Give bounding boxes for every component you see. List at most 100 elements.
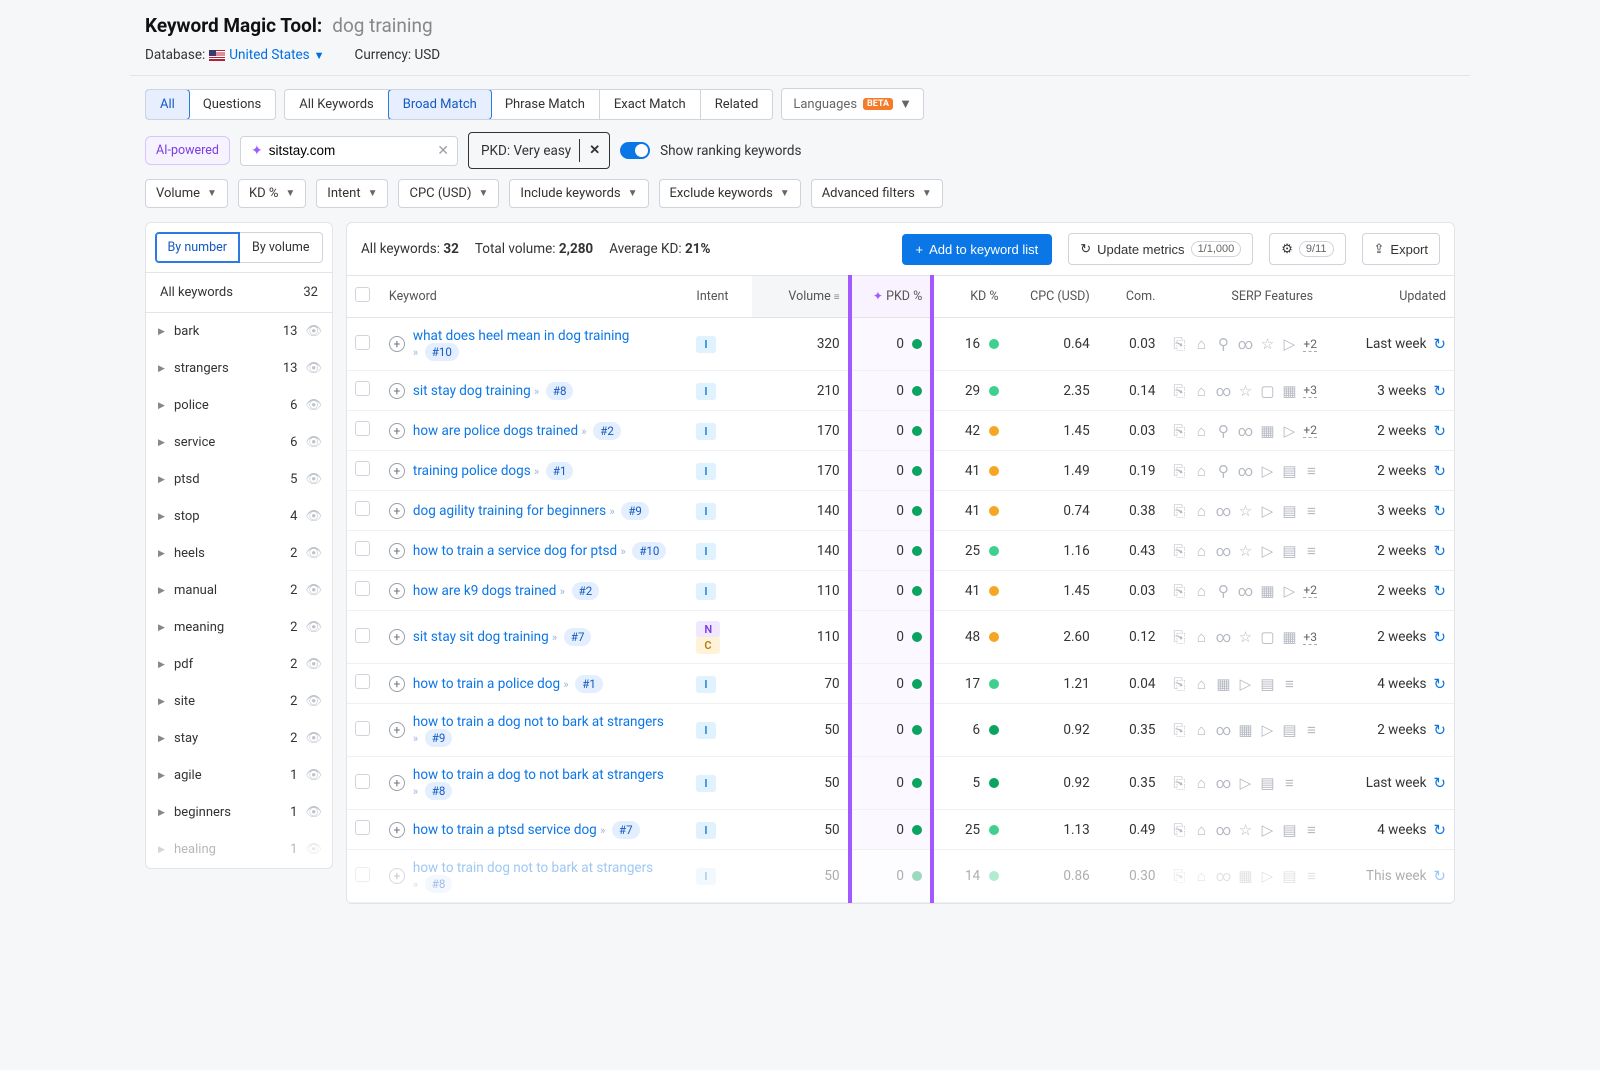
eye-icon[interactable]: 👁 xyxy=(305,768,322,783)
tab-all[interactable]: All xyxy=(145,89,190,120)
serp-open-icon[interactable]: ⎘ xyxy=(1171,721,1187,739)
refresh-row-icon[interactable]: ↻ xyxy=(1433,721,1446,739)
col-keyword[interactable]: Keyword xyxy=(381,276,689,318)
sidebar-group-item[interactable]: ▶ manual 2 👁 xyxy=(146,572,332,609)
expand-icon[interactable]: » xyxy=(534,465,539,478)
refresh-row-icon[interactable]: ↻ xyxy=(1433,502,1446,520)
keyword-link[interactable]: how to train a police dog xyxy=(413,676,560,692)
serp-open-icon[interactable]: ⎘ xyxy=(1171,422,1187,440)
sidebar-group-item[interactable]: ▶ strangers 13 👁 xyxy=(146,350,332,387)
serp-open-icon[interactable]: ⎘ xyxy=(1171,774,1187,792)
domain-input[interactable] xyxy=(269,143,419,158)
refresh-row-icon[interactable]: ↻ xyxy=(1433,542,1446,560)
serp-more[interactable]: +3 xyxy=(1303,630,1317,645)
refresh-row-icon[interactable]: ↻ xyxy=(1433,382,1446,400)
tab-all-keywords[interactable]: All Keywords xyxy=(285,90,389,119)
eye-icon[interactable]: 👁 xyxy=(305,657,322,672)
eye-icon[interactable]: 👁 xyxy=(305,583,322,598)
expand-icon[interactable]: » xyxy=(413,785,418,798)
serp-open-icon[interactable]: ⎘ xyxy=(1171,867,1187,885)
expand-icon[interactable]: » xyxy=(609,505,614,518)
add-keyword-icon[interactable]: + xyxy=(389,822,405,838)
tab-phrase-match[interactable]: Phrase Match xyxy=(491,90,600,119)
tab-questions[interactable]: Questions xyxy=(189,90,275,119)
row-checkbox[interactable] xyxy=(355,501,370,516)
serp-open-icon[interactable]: ⎘ xyxy=(1171,628,1187,646)
serp-open-icon[interactable]: ⎘ xyxy=(1171,382,1187,400)
filter-exclude[interactable]: Exclude keywords▼ xyxy=(659,179,801,208)
add-to-keyword-list-button[interactable]: +Add to keyword list xyxy=(902,234,1053,265)
serp-more[interactable]: +3 xyxy=(1303,383,1317,398)
sidebar-group-item[interactable]: ▶ heels 2 👁 xyxy=(146,535,332,572)
tab-exact-match[interactable]: Exact Match xyxy=(600,90,701,119)
keyword-link[interactable]: how are k9 dogs trained xyxy=(413,583,557,599)
row-checkbox[interactable] xyxy=(355,421,370,436)
row-checkbox[interactable] xyxy=(355,335,370,350)
row-checkbox[interactable] xyxy=(355,628,370,643)
col-pkd[interactable]: ✦ PKD % xyxy=(850,276,933,318)
row-checkbox[interactable] xyxy=(355,867,370,882)
sidebar-group-item[interactable]: ▶ beginners 1 👁 xyxy=(146,794,332,831)
keyword-link[interactable]: how to train dog not to bark at stranger… xyxy=(413,860,653,876)
col-intent[interactable]: Intent xyxy=(688,276,752,318)
refresh-row-icon[interactable]: ↻ xyxy=(1433,774,1446,792)
serp-more[interactable]: +2 xyxy=(1303,583,1317,598)
expand-icon[interactable]: » xyxy=(560,585,565,598)
sidebar-group-item[interactable]: ▶ healing 1 👁 xyxy=(146,831,332,868)
row-checkbox[interactable] xyxy=(355,381,370,396)
col-kd[interactable]: KD % xyxy=(932,276,1006,318)
col-serp[interactable]: SERP Features xyxy=(1163,276,1337,318)
add-keyword-icon[interactable]: + xyxy=(389,629,405,645)
expand-icon[interactable]: » xyxy=(534,385,539,398)
all-keywords-group[interactable]: All keywords 32 xyxy=(146,273,332,313)
filter-intent[interactable]: Intent▼ xyxy=(316,179,388,208)
eye-icon[interactable]: 👁 xyxy=(305,694,322,709)
row-checkbox[interactable] xyxy=(355,774,370,789)
sidebar-group-item[interactable]: ▶ service 6 👁 xyxy=(146,424,332,461)
keyword-link[interactable]: what does heel mean in dog training xyxy=(413,328,629,344)
sort-by-number[interactable]: By number xyxy=(155,232,240,263)
eye-icon[interactable]: 👁 xyxy=(305,842,322,857)
domain-input-box[interactable]: ✦ ✕ xyxy=(240,136,458,166)
row-checkbox[interactable] xyxy=(355,541,370,556)
sidebar-group-item[interactable]: ▶ pdf 2 👁 xyxy=(146,646,332,683)
languages-dropdown[interactable]: Languages beta ▼ xyxy=(781,88,924,120)
expand-icon[interactable]: » xyxy=(413,878,418,891)
eye-icon[interactable]: 👁 xyxy=(305,731,322,746)
serp-open-icon[interactable]: ⎘ xyxy=(1171,462,1187,480)
sidebar-group-item[interactable]: ▶ agile 1 👁 xyxy=(146,757,332,794)
keyword-link[interactable]: dog agility training for beginners xyxy=(413,503,606,519)
add-keyword-icon[interactable]: + xyxy=(389,543,405,559)
serp-open-icon[interactable]: ⎘ xyxy=(1171,542,1187,560)
refresh-row-icon[interactable]: ↻ xyxy=(1433,821,1446,839)
expand-icon[interactable]: » xyxy=(552,631,557,644)
row-checkbox[interactable] xyxy=(355,674,370,689)
expand-icon[interactable]: » xyxy=(413,346,418,359)
sidebar-group-item[interactable]: ▶ stop 4 👁 xyxy=(146,498,332,535)
keyword-link[interactable]: sit stay sit dog training xyxy=(413,629,549,645)
keyword-link[interactable]: sit stay dog training xyxy=(413,383,531,399)
col-com[interactable]: Com. xyxy=(1098,276,1164,318)
columns-settings-button[interactable]: ⚙9/11 xyxy=(1269,233,1345,265)
serp-more[interactable]: +2 xyxy=(1303,423,1317,438)
sort-by-volume[interactable]: By volume xyxy=(240,232,324,263)
sidebar-group-item[interactable]: ▶ ptsd 5 👁 xyxy=(146,461,332,498)
expand-icon[interactable]: » xyxy=(563,678,568,691)
col-updated[interactable]: Updated xyxy=(1337,276,1454,318)
refresh-row-icon[interactable]: ↻ xyxy=(1433,628,1446,646)
keyword-link[interactable]: how to train a dog to not bark at strang… xyxy=(413,767,664,783)
filter-cpc[interactable]: CPC (USD)▼ xyxy=(398,179,499,208)
add-keyword-icon[interactable]: + xyxy=(389,775,405,791)
clear-domain-icon[interactable]: ✕ xyxy=(437,143,449,159)
add-keyword-icon[interactable]: + xyxy=(389,383,405,399)
serp-open-icon[interactable]: ⎘ xyxy=(1171,502,1187,520)
keyword-link[interactable]: how are police dogs trained xyxy=(413,423,578,439)
expand-icon[interactable]: » xyxy=(413,732,418,745)
eye-icon[interactable]: 👁 xyxy=(305,509,322,524)
database-selector[interactable]: Database: United States ▼ xyxy=(145,47,325,63)
export-button[interactable]: ⇪Export xyxy=(1362,233,1440,265)
eye-icon[interactable]: 👁 xyxy=(305,546,322,561)
filter-include[interactable]: Include keywords▼ xyxy=(509,179,648,208)
eye-icon[interactable]: 👁 xyxy=(305,620,322,635)
col-volume[interactable]: Volume≡ xyxy=(752,276,850,318)
